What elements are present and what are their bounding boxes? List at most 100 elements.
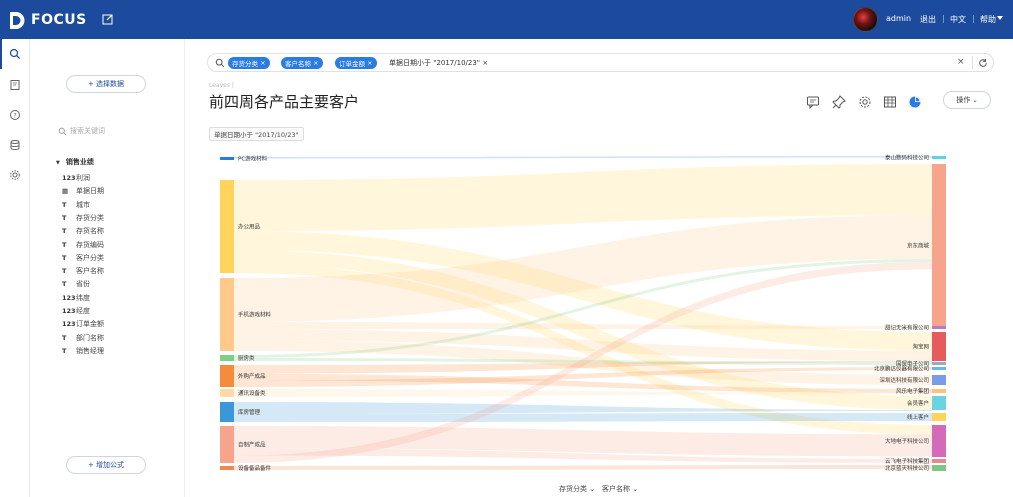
query-condition: 单据日期小于 "2017/10/23" [389,59,481,67]
text-type-icon: T [62,280,67,289]
chevron-down-icon[interactable] [997,16,1003,21]
field-item[interactable]: T 客户名称 [62,266,104,276]
sankey-target-node[interactable] [932,396,946,410]
clear-icon[interactable]: × [957,57,965,67]
sankey-source-node[interactable] [220,355,234,361]
username[interactable]: admin [886,14,911,23]
field-item[interactable]: T 存货名称 [62,226,104,236]
filter-tag[interactable]: 单据日期小于 "2017/10/23" [209,127,304,141]
sankey-target-node[interactable] [932,332,946,361]
field-item[interactable]: ▦ 单据日期 [62,186,104,196]
field-name: 存货名称 [76,227,104,236]
field-search-input[interactable]: 搜索关键词 [58,125,168,137]
dimension-label: 存货分类 [559,485,587,493]
sankey-source-node[interactable] [220,402,234,422]
logout-link[interactable]: 退出 [920,14,936,25]
sankey-source-node[interactable] [220,180,234,273]
logo-icon [10,11,25,29]
field-item[interactable]: 123 利润 [62,173,90,183]
field-item[interactable]: T 城市 [62,200,90,210]
text-type-icon: T [62,200,67,209]
field-item[interactable]: T 销售经理 [62,346,104,356]
numeric-type-icon: 123 [62,320,76,329]
help-circle-icon[interactable]: ? [9,109,21,121]
app-logo[interactable]: FOCUS [9,10,87,30]
sankey-link[interactable] [234,413,932,422]
query-text[interactable]: 单据日期小于 "2017/10/23" × [389,58,488,68]
sankey-target-node[interactable] [932,362,946,365]
gear-icon[interactable] [9,169,21,181]
field-item[interactable]: T 部门名称 [62,333,104,343]
tree-root[interactable]: ▼ 销售业绩 [56,157,94,167]
sankey-target-node[interactable] [932,367,946,370]
language-link[interactable]: 中文 [950,14,966,25]
query-chip[interactable]: 订单金额 × [335,57,377,69]
icon-rail: ? [0,39,30,497]
field-name: 单据日期 [76,187,104,196]
database-icon[interactable] [9,139,21,151]
gear-icon[interactable] [858,95,872,109]
operate-button[interactable]: 操作 ⌄ [943,91,991,109]
sankey-target-node[interactable] [932,465,946,471]
sankey-link[interactable] [234,156,932,159]
sankey-source-label: 手机游戏材料 [238,311,272,319]
sankey-source-node[interactable] [220,466,234,470]
sankey-source-node[interactable] [220,389,234,397]
sankey-source-node[interactable] [220,365,234,387]
help-link[interactable]: 帮助 [980,14,996,25]
axis-dimension[interactable]: 客户名称 ⌄ [602,484,638,494]
table-icon[interactable] [883,95,897,109]
close-icon[interactable]: × [482,59,488,67]
sankey-target-node[interactable] [932,326,946,329]
sankey-target-node[interactable] [932,164,946,327]
field-item[interactable]: T 存货分类 [62,213,104,223]
field-item[interactable]: 123 订单金额 [62,319,104,329]
sankey-target-node[interactable] [932,156,946,159]
close-icon[interactable]: × [313,59,318,67]
sankey-target-node[interactable] [932,375,946,385]
pin-icon[interactable] [832,95,846,109]
field-item[interactable]: T 存货编码 [62,240,104,250]
query-chip[interactable]: 存货分类 × [228,57,270,69]
sankey-source-label: 库房管理 [238,408,261,416]
sankey-target-node[interactable] [932,425,946,457]
field-item[interactable]: T 省份 [62,279,90,289]
field-item[interactable]: 123 纬度 [62,293,90,303]
field-item[interactable]: 123 经度 [62,306,90,316]
add-formula-button[interactable]: + 增加公式 [66,456,146,474]
close-icon[interactable]: × [367,59,372,67]
field-name: 省份 [76,280,90,289]
sankey-source-node[interactable] [220,157,234,160]
pie-chart-icon[interactable] [908,95,922,109]
close-icon[interactable]: × [260,59,265,67]
sankey-target-node[interactable] [932,413,946,421]
query-bar[interactable]: 存货分类 × 客户名称 × 订单金额 × 单据日期小于 "2017/10/23"… [207,53,994,72]
edit-icon[interactable] [102,13,114,25]
text-type-icon: T [62,240,67,249]
bookmark-icon[interactable] [9,79,21,91]
field-item[interactable]: T 客户分类 [62,253,104,263]
field-name: 部门名称 [76,333,104,342]
refresh-icon[interactable] [978,58,988,68]
breadcrumb[interactable]: Leaves | [209,82,234,89]
sankey-source-node[interactable] [220,278,234,351]
rail-search[interactable] [0,39,30,69]
sankey-link[interactable] [234,465,932,470]
search-placeholder: 搜索关键词 [70,127,105,135]
chevron-down-icon: ⌄ [630,485,639,493]
select-data-button[interactable]: + 选择数据 [66,75,146,93]
tree-root-label: 销售业绩 [65,158,94,166]
axis-dimension[interactable]: 存货分类 ⌄ [559,484,595,494]
sankey-target-label: 北京蓝天科技公司 [885,464,929,472]
comment-icon[interactable] [806,95,820,109]
field-name: 销售经理 [76,346,104,355]
sankey-target-node[interactable] [932,389,946,393]
field-name: 客户名称 [76,267,104,276]
sankey-source-node[interactable] [220,426,234,463]
search-icon [9,48,21,60]
sankey-target-node[interactable] [932,459,946,463]
avatar[interactable] [853,7,878,32]
query-chip[interactable]: 客户名称 × [281,57,323,69]
field-name: 经度 [76,307,90,315]
field-name: 城市 [76,200,90,209]
